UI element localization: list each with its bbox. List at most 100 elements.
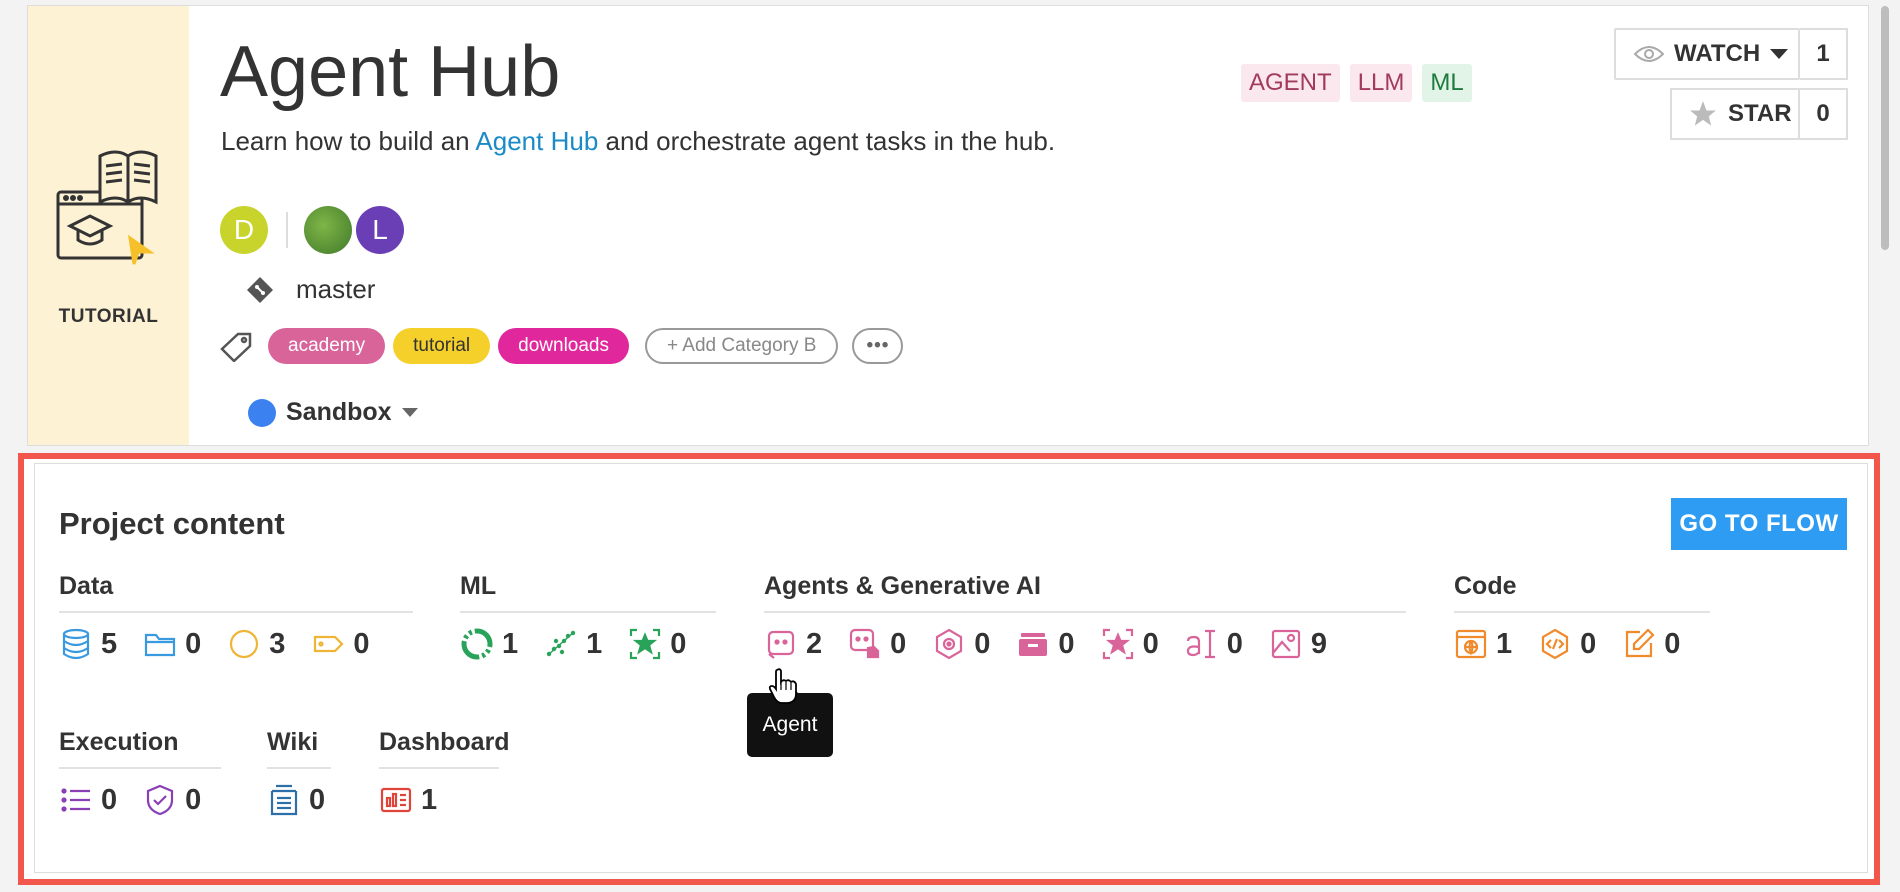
count: 9 bbox=[1310, 627, 1327, 660]
agent-icon bbox=[767, 630, 795, 659]
project-title: Agent Hub bbox=[220, 32, 561, 112]
scrollbar-thumb[interactable] bbox=[1881, 6, 1889, 250]
add-category-button[interactable]: + Add Category B bbox=[644, 328, 839, 364]
group-wiki: Wiki 0 bbox=[267, 728, 331, 817]
item-images[interactable]: 9 bbox=[1269, 627, 1327, 661]
project-content-inner: Project content GO TO FLOW Data 5 0 3 0 … bbox=[34, 463, 1868, 873]
project-header: TUTORIAL Agent Hub Learn how to build an… bbox=[27, 5, 1869, 446]
text-cursor-icon bbox=[1186, 629, 1215, 659]
tutorial-hero: TUTORIAL bbox=[28, 6, 189, 445]
item-analyses[interactable]: 1 bbox=[544, 627, 602, 661]
count: 0 bbox=[890, 627, 907, 660]
star-count[interactable]: 0 bbox=[1800, 88, 1848, 140]
list-icon bbox=[61, 788, 90, 812]
branch-name: master bbox=[296, 274, 376, 304]
description-prefix: Learn how to build an bbox=[221, 126, 476, 156]
webapp-icon bbox=[1455, 629, 1487, 659]
category-tag[interactable]: academy bbox=[268, 328, 386, 364]
item-agents[interactable]: 2 bbox=[764, 627, 822, 661]
group-title: Execution bbox=[59, 728, 221, 769]
hero-label: TUTORIAL bbox=[58, 306, 159, 327]
count: 2 bbox=[806, 627, 823, 660]
watch-button[interactable]: WATCH bbox=[1614, 28, 1800, 80]
watch-label: WATCH bbox=[1674, 40, 1761, 67]
wiki-icon bbox=[270, 784, 298, 816]
agent-hand-icon bbox=[850, 628, 880, 659]
item-agent-tools[interactable]: 0 bbox=[848, 627, 906, 661]
count: 1 bbox=[586, 627, 603, 660]
item-evaluations[interactable]: 0 bbox=[628, 627, 686, 661]
categories: academy tutorial downloads + Add Categor… bbox=[220, 328, 911, 364]
item-scenarios[interactable]: 0 bbox=[59, 783, 117, 817]
group-dashboard: Dashboard 1 bbox=[379, 728, 510, 817]
image-icon bbox=[1271, 629, 1300, 659]
description-suffix: and orchestrate agent tasks in the hub. bbox=[598, 126, 1056, 156]
item-notebooks[interactable]: 0 bbox=[1622, 627, 1680, 661]
code-icon bbox=[1542, 628, 1569, 660]
item-knowledge-banks[interactable]: 0 bbox=[1016, 627, 1075, 661]
count: 1 bbox=[421, 783, 438, 816]
type-tag-agent[interactable]: AGENT bbox=[1241, 64, 1340, 102]
group-agents-genai: Agents & Generative AI 2 0 0 0 0 0 9 bbox=[764, 572, 1406, 661]
archive-icon bbox=[1019, 633, 1048, 656]
edit-icon bbox=[1626, 628, 1655, 658]
chevron-down-icon bbox=[401, 408, 418, 417]
type-tag-llm[interactable]: LLM bbox=[1349, 64, 1413, 102]
item-webapps[interactable]: 1 bbox=[1454, 627, 1512, 661]
item-checks[interactable]: 0 bbox=[143, 783, 201, 817]
star-button[interactable]: STAR bbox=[1670, 88, 1800, 140]
group-title: Agents & Generative AI bbox=[764, 572, 1406, 613]
branch-row[interactable]: master bbox=[247, 274, 376, 305]
type-tags: AGENT LLM ML bbox=[1241, 64, 1472, 102]
count: 0 bbox=[309, 783, 326, 816]
count: 0 bbox=[670, 627, 687, 660]
item-labels[interactable]: 0 bbox=[311, 627, 370, 661]
avatar[interactable]: D bbox=[220, 206, 268, 254]
type-tag-ml[interactable]: ML bbox=[1422, 64, 1472, 102]
category-tag[interactable]: tutorial bbox=[393, 328, 491, 364]
category-tag[interactable]: downloads bbox=[498, 328, 629, 364]
workspace-selector[interactable]: Sandbox bbox=[248, 398, 418, 427]
gear-icon bbox=[936, 628, 963, 660]
folder-icon bbox=[145, 633, 176, 657]
item-code-studios[interactable]: 0 bbox=[1538, 627, 1596, 661]
scrollbar[interactable] bbox=[1878, 0, 1892, 892]
item-wiki-articles[interactable]: 0 bbox=[267, 783, 325, 817]
item-prompts[interactable]: 0 bbox=[1185, 627, 1243, 661]
count: 0 bbox=[1580, 627, 1597, 660]
count: 0 bbox=[1664, 627, 1681, 660]
project-description: Learn how to build an Agent Hub and orch… bbox=[221, 126, 1055, 157]
tutorial-icon bbox=[56, 150, 158, 265]
item-models[interactable]: 3 bbox=[227, 627, 285, 661]
count: 0 bbox=[1226, 627, 1243, 660]
workspace-name: Sandbox bbox=[286, 398, 392, 426]
star-icon bbox=[1690, 101, 1716, 126]
shield-check-icon bbox=[147, 784, 174, 816]
go-to-flow-button[interactable]: GO TO FLOW bbox=[1671, 498, 1847, 550]
item-folders[interactable]: 0 bbox=[143, 627, 201, 661]
avatar[interactable]: L bbox=[356, 206, 404, 254]
description-link[interactable]: Agent Hub bbox=[475, 126, 598, 156]
project-content-panel: Project content GO TO FLOW Data 5 0 3 0 … bbox=[18, 453, 1880, 885]
item-datasets[interactable]: 5 bbox=[59, 627, 117, 661]
count: 1 bbox=[502, 627, 519, 660]
group-title: ML bbox=[460, 572, 716, 613]
star-label: STAR bbox=[1728, 100, 1792, 127]
eye-icon bbox=[1634, 46, 1664, 62]
group-title: Wiki bbox=[267, 728, 331, 769]
item-saved-models[interactable]: 1 bbox=[460, 627, 518, 661]
tag-icon bbox=[220, 332, 252, 362]
watch-count[interactable]: 1 bbox=[1800, 28, 1848, 80]
git-branch-icon bbox=[247, 277, 273, 303]
count: 0 bbox=[974, 627, 991, 660]
group-code: Code 1 0 0 bbox=[1454, 572, 1710, 661]
item-dashboards[interactable]: 1 bbox=[379, 783, 437, 817]
group-data: Data 5 0 3 0 bbox=[59, 572, 413, 661]
hand-cursor-icon bbox=[768, 668, 797, 704]
count: 0 bbox=[101, 783, 118, 816]
item-llm-evaluations[interactable]: 0 bbox=[1101, 627, 1159, 661]
item-llm-settings[interactable]: 0 bbox=[932, 627, 990, 661]
count: 3 bbox=[269, 627, 286, 660]
more-button[interactable]: ••• bbox=[852, 328, 904, 364]
avatar[interactable] bbox=[304, 206, 352, 254]
